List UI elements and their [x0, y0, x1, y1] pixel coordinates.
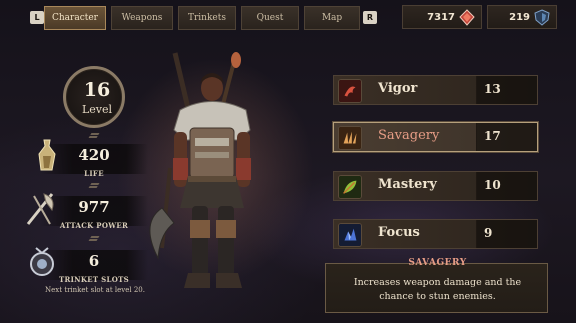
- tab-quest[interactable]: Quest: [241, 6, 299, 30]
- attack-power-value: 977: [78, 198, 110, 216]
- top-navigation-bar: L Character Weapons Trinkets Quest Map R…: [0, 0, 576, 36]
- tab-map[interactable]: Map: [304, 6, 360, 30]
- red-gem-count: 7317: [427, 11, 455, 23]
- savagery-claw-icon: [338, 126, 362, 150]
- attribute-description-panel: SAVAGERY Increases weapon damage and the…: [325, 258, 548, 313]
- mastery-leaf-icon: [338, 175, 362, 199]
- blue-gem-count: 219: [509, 11, 530, 23]
- attack-power-label: ATTACK POWER: [59, 221, 129, 230]
- attribute-value-vigor: 13: [484, 82, 501, 96]
- attribute-value-mastery: 10: [484, 178, 501, 192]
- attribute-name-focus: Focus: [378, 225, 420, 240]
- tab-trinkets[interactable]: Trinkets: [178, 6, 236, 30]
- level-badge: 16 Level: [63, 66, 125, 128]
- trinket-slots-value: 6: [88, 252, 100, 270]
- right-bumper-key-hint: R: [363, 11, 377, 24]
- life-value: 420: [78, 146, 110, 164]
- red-gem-icon: [459, 9, 475, 26]
- tab-weapons[interactable]: Weapons: [111, 6, 173, 30]
- divider-ornament: [88, 236, 100, 241]
- trinket-slots-label: TRINKET SLOTS: [58, 275, 129, 284]
- attribute-name-savagery: Savagery: [378, 128, 440, 143]
- description-text: Increases weapon damage and the chance t…: [353, 277, 522, 302]
- attribute-name-mastery: Mastery: [378, 177, 437, 192]
- attribute-value-focus: 9: [484, 226, 493, 240]
- menu-tabs: Character Weapons Trinkets Quest Map: [44, 6, 360, 30]
- left-bumper-key-hint: L: [30, 11, 44, 24]
- divider-ornament: [88, 183, 100, 188]
- attribute-row-mastery[interactable]: Mastery 10: [333, 171, 538, 201]
- focus-crystal-icon: [338, 223, 362, 247]
- description-title: SAVAGERY: [408, 258, 467, 268]
- red-gem-counter: 7317: [402, 5, 482, 29]
- vigor-icon: [338, 79, 362, 103]
- blue-shield-gem-icon: [534, 9, 550, 26]
- life-label: LIFE: [84, 169, 104, 178]
- attribute-value-savagery: 17: [484, 129, 501, 143]
- divider-ornament: [88, 133, 100, 138]
- tab-character[interactable]: Character: [44, 6, 106, 30]
- character-model: [149, 52, 251, 288]
- attribute-row-vigor[interactable]: Vigor 13: [333, 75, 538, 105]
- attribute-row-savagery[interactable]: Savagery 17: [333, 122, 538, 152]
- attribute-row-focus[interactable]: Focus 9: [333, 219, 538, 249]
- level-label: Level: [81, 103, 113, 116]
- blue-gem-counter: 219: [487, 5, 557, 29]
- attribute-name-vigor: Vigor: [378, 81, 418, 96]
- level-value: 16: [83, 79, 111, 101]
